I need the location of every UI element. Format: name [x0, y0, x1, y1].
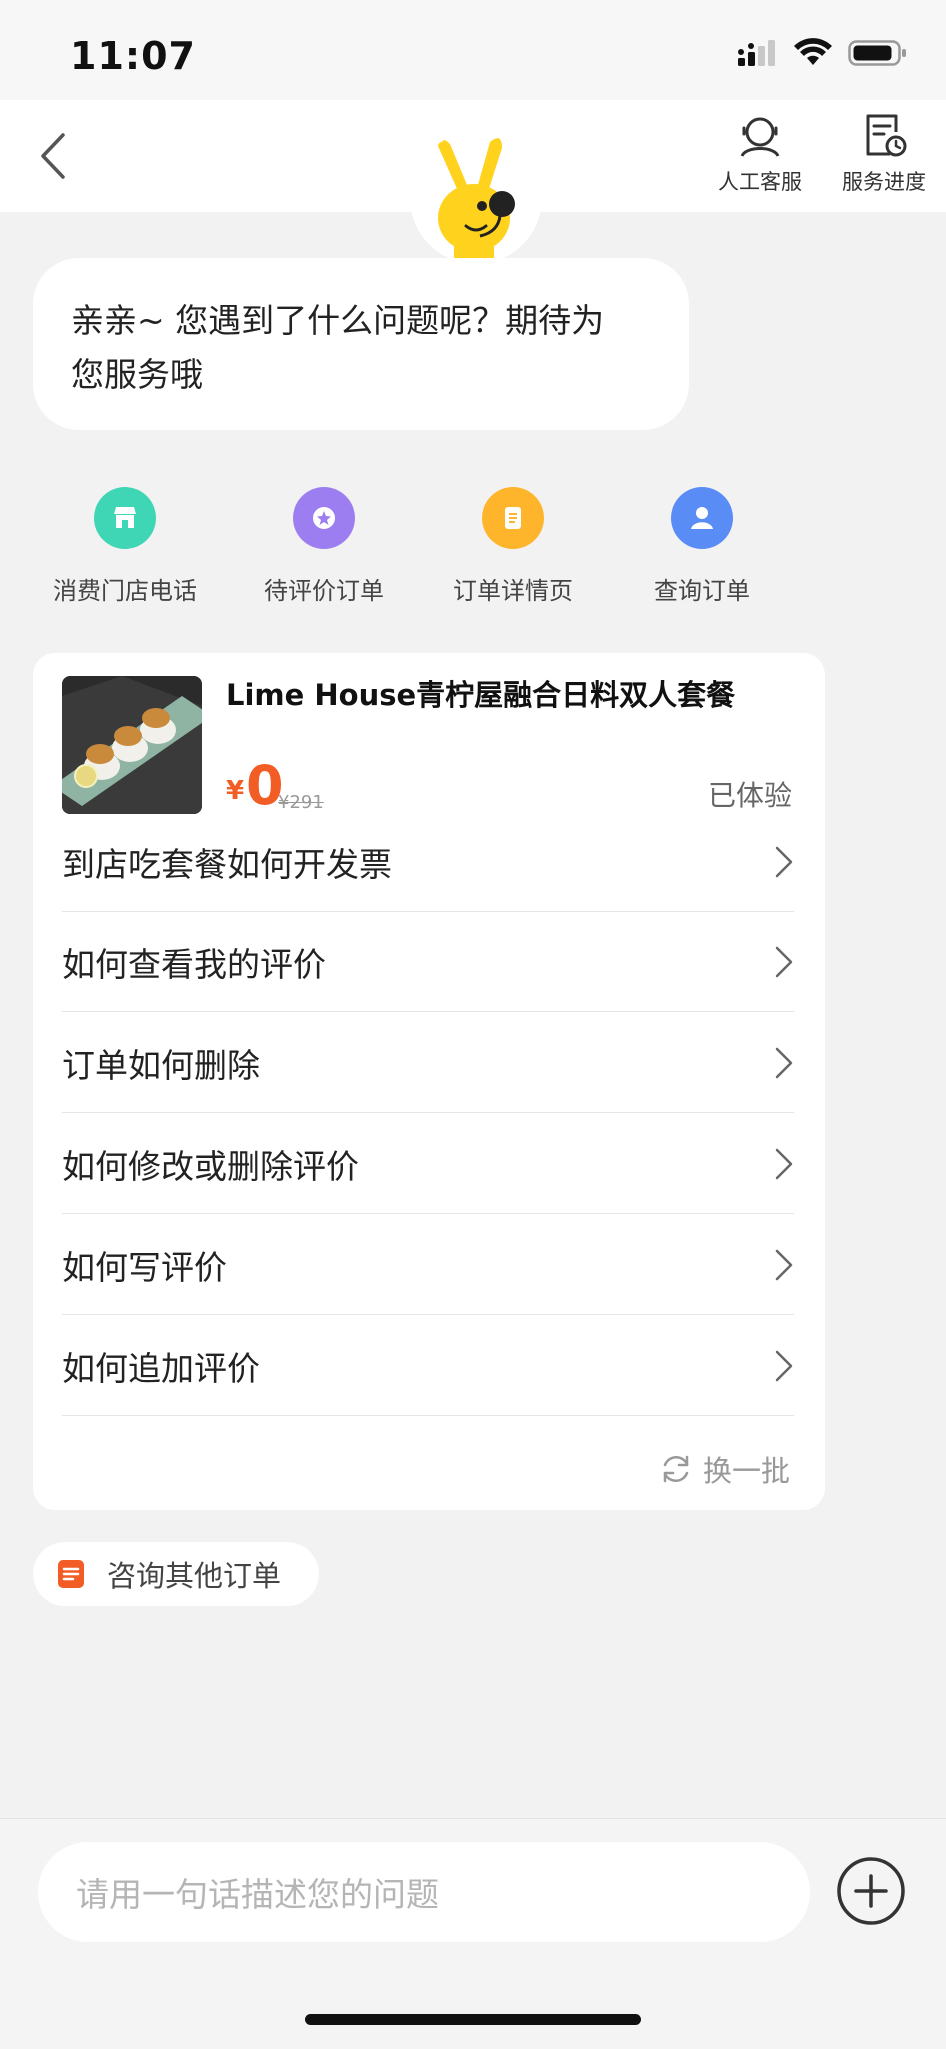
- refresh-batch-button[interactable]: 换一批: [659, 1448, 790, 1490]
- price-currency: ¥: [226, 776, 245, 806]
- plus-circle-icon: [837, 1857, 905, 1925]
- faq-item[interactable]: 到店吃套餐如何开发票: [62, 812, 794, 912]
- question-input[interactable]: 请用一句话描述您的问题: [38, 1842, 810, 1942]
- refresh-label: 换一批: [702, 1454, 790, 1488]
- faq-question: 如何追加评价: [62, 1348, 260, 1388]
- refresh-icon: [663, 1455, 689, 1483]
- human-service-button[interactable]: 人工客服: [700, 112, 820, 208]
- back-button[interactable]: [24, 122, 80, 190]
- greeting-bubble: 亲亲~ 您遇到了什么问题呢？期待为 您服务哦: [33, 258, 689, 430]
- chevron-right-icon: [775, 946, 793, 977]
- user-icon: [671, 487, 733, 549]
- consult-other-orders-label: 咨询其他订单: [107, 1559, 282, 1593]
- mascot-icon: [438, 138, 515, 264]
- chevron-right-icon: [775, 1249, 793, 1280]
- faq-question: 如何查看我的评价: [62, 944, 326, 984]
- consult-other-orders-button[interactable]: 咨询其他订单: [33, 1542, 319, 1606]
- progress-clock-icon: [866, 114, 907, 157]
- quick-action-order-detail[interactable]: 订单详情页: [418, 487, 608, 606]
- faq-question: 到店吃套餐如何开发票: [62, 844, 392, 884]
- greeting-line-1: 亲亲~ 您遇到了什么问题呢？期待为: [71, 301, 605, 340]
- home-indicator: [305, 2014, 641, 2025]
- chevron-right-icon: [775, 1148, 793, 1179]
- faq-item[interactable]: 如何修改或删除评价: [62, 1114, 794, 1214]
- original-price: ¥291: [278, 792, 324, 813]
- quick-action-query-order[interactable]: 查询订单: [607, 487, 797, 606]
- faq-item[interactable]: 如何写评价: [62, 1215, 794, 1315]
- faq-question: 如何修改或删除评价: [62, 1146, 359, 1186]
- chevron-right-icon: [775, 1047, 793, 1078]
- faq-item[interactable]: 如何查看我的评价: [62, 912, 794, 1012]
- store-icon: [94, 487, 156, 549]
- headset-agent-icon: [740, 117, 780, 157]
- status-icons: [736, 38, 908, 68]
- faq-question: 如何写评价: [62, 1247, 227, 1287]
- human-service-label: 人工客服: [718, 170, 802, 194]
- chevron-right-icon: [775, 846, 793, 877]
- faq-question: 订单如何删除: [62, 1045, 260, 1085]
- greeting-line-2: 您服务哦: [71, 355, 203, 394]
- document-icon: [482, 487, 544, 549]
- order-status: 已体验: [707, 779, 792, 812]
- star-badge-icon: [293, 487, 355, 549]
- faq-item[interactable]: 订单如何删除: [62, 1013, 794, 1113]
- chevron-right-icon: [775, 1350, 793, 1381]
- quick-action-pending-review[interactable]: 待评价订单: [229, 487, 419, 606]
- quick-action-label: 查询订单: [654, 577, 750, 605]
- mascot-avatar: [410, 132, 542, 264]
- quick-action-label: 订单详情页: [453, 577, 573, 605]
- status-time: 11:07: [70, 34, 196, 78]
- product-thumbnail[interactable]: [62, 676, 202, 814]
- quick-action-store-phone[interactable]: 消费门店电话: [30, 487, 220, 606]
- quick-action-label: 消费门店电话: [53, 577, 197, 605]
- add-button[interactable]: [836, 1856, 906, 1926]
- service-progress-button[interactable]: 服务进度: [824, 112, 944, 208]
- wifi-icon: [794, 38, 832, 65]
- quick-action-label: 待评价订单: [264, 577, 384, 605]
- service-progress-label: 服务进度: [842, 170, 926, 194]
- question-input-placeholder: 请用一句话描述您的问题: [76, 1875, 439, 1914]
- order-list-icon: [58, 1560, 84, 1588]
- cellular-signal-icon: [738, 40, 775, 66]
- faq-item[interactable]: 如何追加评价: [62, 1316, 794, 1416]
- chevron-left-icon: [41, 133, 65, 179]
- product-title[interactable]: Lime House青柠屋融合日料双人套餐: [226, 672, 735, 714]
- battery-icon: [848, 40, 906, 66]
